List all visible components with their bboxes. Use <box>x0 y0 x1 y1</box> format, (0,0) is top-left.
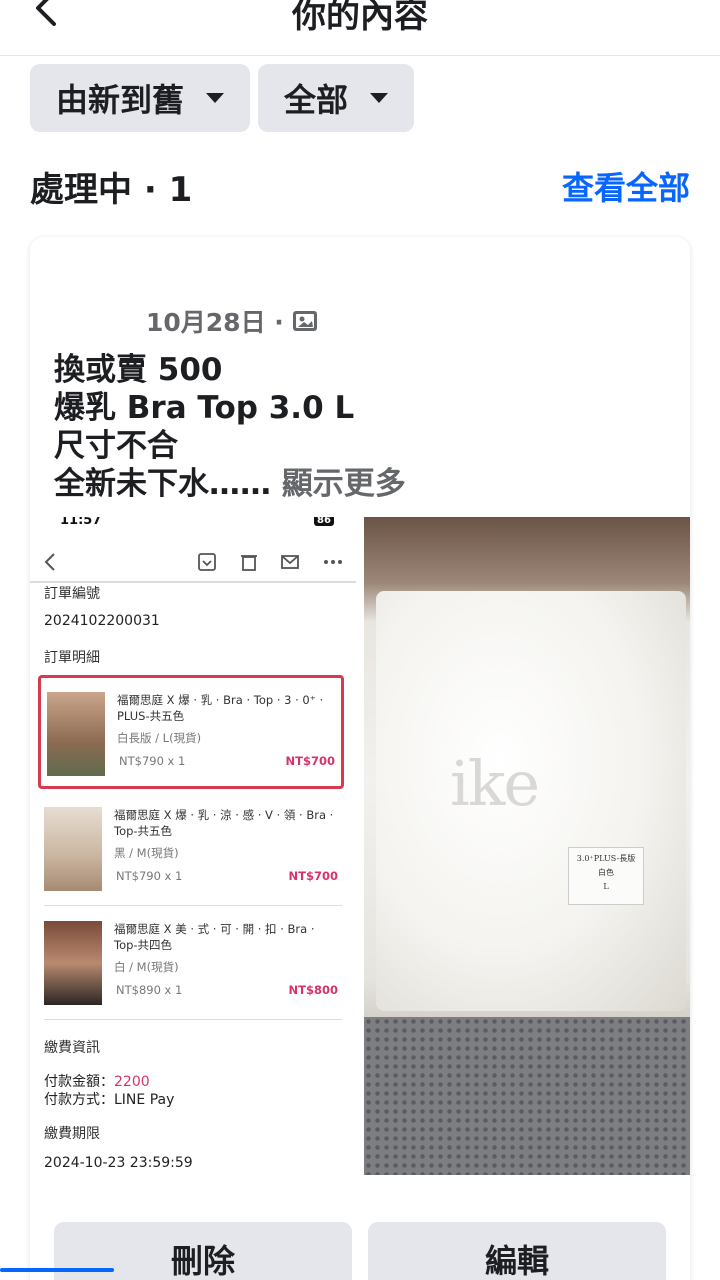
photos-icon <box>292 311 317 331</box>
caret-down-icon <box>370 93 389 103</box>
product-thumbnail <box>44 807 102 891</box>
trash-icon <box>241 555 257 571</box>
tag-line: 白色 <box>598 868 614 877</box>
mesh-surface <box>364 1017 690 1175</box>
sort-filter-label: 由新到舊 <box>56 81 185 119</box>
product-name: 福爾思庭 X 爆 · 乳 · 涼 · 感 · V · 領 · Bra · Top… <box>114 808 334 838</box>
status-filter-button[interactable]: 全部 <box>258 64 415 132</box>
order-screenshot-image[interactable]: 11:57 86 訂單編號 2024102200031 訂單明細 福爾思庭 X … <box>30 517 356 1175</box>
payment-amount-label: 付款金額： <box>44 1074 114 1090</box>
product-name: 福爾思庭 X 爆 · 乳 · Bra · Top · 3 · 0⁺ · PLUS… <box>117 693 324 723</box>
product-variant: 白長版 / L(現貨) <box>117 731 202 745</box>
mail-icon <box>281 555 299 569</box>
post-date: 10月28日 · <box>146 308 284 337</box>
see-all-link[interactable]: 查看全部 <box>562 163 690 209</box>
post-line: 全新未下水…… 顯示更多 <box>54 465 674 503</box>
caret-down-icon <box>206 93 225 103</box>
edit-button[interactable]: 編輯 <box>368 1222 666 1280</box>
tag-line: L <box>603 882 609 891</box>
order-details-label: 訂單明細 <box>44 650 100 666</box>
brand-logo: ike <box>450 747 540 820</box>
mail-toolbar <box>30 543 356 583</box>
divider <box>44 1019 342 1020</box>
order-number-label: 訂單編號 <box>44 586 100 602</box>
post-description: 換或賣 500 爆乳 Bra Top 3.0 L 尺寸不合 全新未下水…… 顯示… <box>54 351 674 503</box>
product-total: NT$700 <box>288 869 338 883</box>
listing-card[interactable]: 10月28日 · 換或賣 500 爆乳 Bra Top 3.0 L 尺寸不合 全… <box>30 237 690 1280</box>
post-meta: 10月28日 · <box>146 303 318 339</box>
payment-amount: 付款金額：2200 <box>44 1071 150 1091</box>
payment-deadline-label: 繳費期限 <box>44 1126 100 1142</box>
post-line: 爆乳 Bra Top 3.0 L <box>54 390 355 426</box>
filter-bar: 由新到舊 全部 <box>30 64 415 132</box>
post-line: 換或賣 500 <box>54 352 223 388</box>
product-thumbnail <box>47 692 105 776</box>
show-more-link[interactable]: 顯示更多 <box>282 466 406 502</box>
product-total: NT$800 <box>288 983 338 997</box>
back-arrow-icon <box>44 553 55 571</box>
order-item: 福爾思庭 X 美 · 式 · 可 · 開 · 扣 · Bra · Top-共四色… <box>38 907 344 1021</box>
sort-filter-button[interactable]: 由新到舊 <box>30 64 251 132</box>
home-indicator <box>0 1268 114 1272</box>
product-price: NT$890 x 1 <box>116 983 183 997</box>
payment-info-label: 繳費資訊 <box>44 1040 100 1056</box>
order-number: 2024102200031 <box>44 613 160 629</box>
payment-method: 付款方式：LINE Pay <box>44 1092 175 1108</box>
top-bar: 你的內容 <box>0 0 720 56</box>
order-item: 福爾思庭 X 爆 · 乳 · 涼 · 感 · V · 領 · Bra · Top… <box>38 793 344 907</box>
section-header: 處理中 · 1 查看全部 <box>30 162 690 210</box>
status-time: 11:57 <box>60 517 102 528</box>
status-filter-label: 全部 <box>284 81 349 119</box>
product-variant: 黑 / M(現貨) <box>114 846 179 860</box>
page-title: 你的內容 <box>292 0 428 36</box>
archive-icon <box>198 553 216 571</box>
more-icon <box>324 560 342 564</box>
product-price: NT$790 x 1 <box>116 869 183 883</box>
product-thumbnail <box>44 921 102 1005</box>
post-line-text: 全新未下水…… <box>54 466 271 502</box>
tag-line: 3.0⁺PLUS-長版 <box>576 854 636 863</box>
order-item: 福爾思庭 X 爆 · 乳 · Bra · Top · 3 · 0⁺ · PLUS… <box>38 675 344 789</box>
product-photo[interactable]: ike 3.0⁺PLUS-長版 白色 L <box>364 517 690 1175</box>
product-price: NT$790 x 1 <box>119 754 186 768</box>
payment-deadline: 2024-10-23 23:59:59 <box>44 1155 193 1171</box>
payment-amount-value: 2200 <box>114 1074 150 1090</box>
phone-status-bar: 11:57 86 <box>30 517 356 531</box>
section-title: 處理中 · 1 <box>30 169 193 210</box>
product-name: 福爾思庭 X 美 · 式 · 可 · 開 · 扣 · Bra · Top-共四色 <box>114 922 315 952</box>
product-variant: 白 / M(現貨) <box>114 960 179 974</box>
product-total: NT$700 <box>285 754 335 768</box>
size-tag: 3.0⁺PLUS-長版 白色 L <box>568 847 644 905</box>
post-line: 尺寸不合 <box>54 428 178 464</box>
battery-icon: 86 <box>314 517 334 526</box>
action-buttons: 刪除 編輯 <box>54 1222 666 1280</box>
